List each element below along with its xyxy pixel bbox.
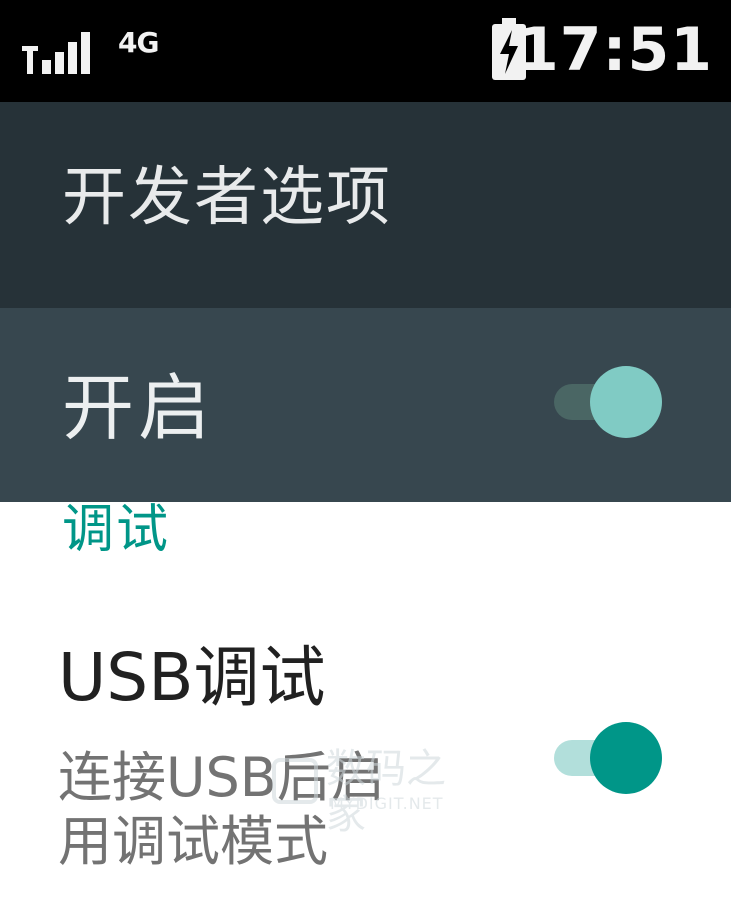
usb-debugging-toggle-switch[interactable] xyxy=(554,718,664,798)
watermark: 数码之家 MYDIGIT.NET xyxy=(272,742,472,838)
switch-thumb xyxy=(590,722,662,794)
usb-debugging-title[interactable]: USB调试 xyxy=(58,640,325,716)
watermark-text-cn: 数码之家 xyxy=(326,746,446,838)
clock: 17:51 xyxy=(517,15,713,85)
watermark-text-en: MYDIGIT.NET xyxy=(330,794,444,813)
master-switch-label: 开启 xyxy=(62,366,215,450)
status-bar: 4G 17:51 xyxy=(0,0,731,102)
signal-bars-icon xyxy=(22,32,90,74)
watermark-logo-icon xyxy=(272,758,318,804)
master-toggle-switch[interactable] xyxy=(554,362,664,442)
page-title: 开发者选项 xyxy=(62,161,392,235)
switch-thumb xyxy=(590,366,662,438)
network-type-label: 4G xyxy=(118,26,159,59)
category-header-debug: 调试 xyxy=(62,500,171,560)
